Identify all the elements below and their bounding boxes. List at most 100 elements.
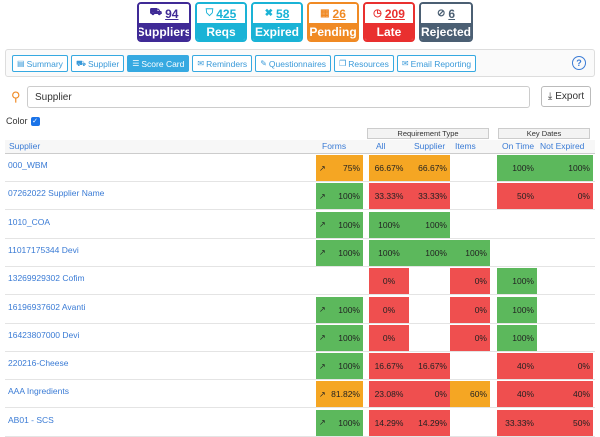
tab-email-reporting[interactable]: ✉ Email Reporting [396, 55, 477, 72]
col-items[interactable]: Items [455, 140, 476, 153]
supplier-link[interactable]: 11017175344 Devi [8, 245, 79, 255]
external-link-icon[interactable]: ↗ [319, 418, 326, 427]
all-cell: 0% [369, 296, 409, 323]
table-row: 16196937602 Avanti ↗ 100% 0% 0% 100% [5, 296, 595, 324]
stat-suppliers[interactable]: ⛟ 94 Suppliers [137, 2, 191, 42]
external-link-icon[interactable]: ↗ [319, 362, 326, 371]
forms-cell: ↗ 75% [316, 155, 363, 181]
tab-label: Email Reporting [410, 58, 472, 69]
tab-reminders[interactable]: ✉ Reminders [192, 55, 253, 72]
table-row: 11017175344 Devi ↗ 100% 100% 100% 100% [5, 239, 595, 267]
list-icon: ☰ [132, 59, 140, 68]
forms-cell: ↗ 100% [316, 409, 363, 436]
stat-expired[interactable]: ✖ 58 Expired [251, 2, 303, 42]
search-icon: ⚲ [11, 89, 21, 104]
tab-label: Resources [348, 58, 389, 69]
supplier-req-cell: 100% [409, 211, 450, 238]
supplier-link[interactable]: AB01 - SCS [8, 415, 54, 425]
forms-value: 100% [338, 304, 360, 315]
external-link-icon[interactable]: ↗ [319, 390, 326, 399]
forms-cell: ↗ 100% [316, 239, 363, 266]
requirement-type-header: Requirement Type [367, 128, 489, 139]
supplier-link[interactable]: 16423807000 Devi [8, 330, 79, 340]
supplier-link[interactable]: AAA Ingredients [8, 386, 69, 396]
col-forms[interactable]: Forms [322, 140, 346, 153]
book-icon: ❐ [339, 59, 347, 68]
stat-count[interactable]: 94 [165, 7, 178, 21]
forms-value: 100% [338, 219, 360, 230]
table-row: 000_WBM ↗ 75% 66.67% 66.67% 100% 100% [5, 154, 595, 182]
items-cell: 60% [450, 381, 490, 408]
stat-label: Rejected [420, 23, 472, 40]
col-supplier-req[interactable]: Supplier [414, 140, 445, 153]
all-cell: 100% [369, 239, 409, 266]
stat-late[interactable]: ◷ 209 Late [363, 2, 415, 42]
stat-count-row: ✖ 58 [253, 4, 301, 23]
external-link-icon[interactable]: ↗ [319, 192, 326, 201]
all-cell: 0% [369, 324, 409, 351]
stat-count[interactable]: 425 [216, 7, 236, 21]
external-link-icon[interactable]: ↗ [319, 305, 326, 314]
color-checkbox[interactable]: ✓ [30, 116, 40, 126]
items-cell: 0% [450, 324, 490, 351]
table-row: 16423807000 Devi ↗ 100% 0% 0% 100% [5, 324, 595, 352]
all-cell: 100% [369, 211, 409, 238]
stat-count[interactable]: 58 [276, 7, 289, 21]
not-expired-cell: 100% [537, 155, 593, 181]
all-cell: 14.29% [369, 409, 409, 436]
on-time-cell: 100% [497, 296, 537, 323]
col-supplier[interactable]: Supplier [9, 140, 40, 153]
help-icon[interactable]: ? [572, 56, 586, 70]
supplier-link[interactable]: 13269929302 Cofim [8, 273, 85, 283]
stat-count-row: ▦ 26 [309, 4, 357, 23]
stat-count-row: ⛉ 425 [197, 4, 245, 23]
stat-rejected[interactable]: ⊘ 6 Rejected [419, 2, 473, 42]
tabs: ▤ Summary ⛟ Supplier ☰ Score Card ✉ Reminders ✎ Q… [12, 55, 477, 72]
export-button[interactable]: ⤓ Export [541, 86, 591, 107]
tab-label: Summary [26, 58, 63, 69]
stat-pending[interactable]: ▦ 26 Pending [307, 2, 359, 42]
stat-count[interactable]: 6 [448, 7, 455, 21]
supplier-link[interactable]: 1010_COA [8, 217, 50, 227]
supplier-link[interactable]: 000_WBM [8, 160, 48, 170]
external-link-icon[interactable]: ↗ [319, 164, 326, 173]
stat-count-row: ⛟ 94 [139, 4, 189, 23]
supplier-link[interactable]: 16196937602 Avanti [8, 302, 85, 312]
tab-resources[interactable]: ❐ Resources [334, 55, 394, 72]
tab-supplier[interactable]: ⛟ Supplier [70, 55, 125, 72]
not-expired-cell: 50% [537, 409, 593, 436]
tab-questionnaires[interactable]: ✎ Questionnaires [255, 55, 332, 72]
search-input[interactable] [27, 86, 530, 108]
truck-icon: ⛟ [149, 7, 163, 18]
col-all[interactable]: All [376, 140, 385, 153]
on-time-cell: 33.33% [497, 409, 537, 436]
stat-count[interactable]: 26 [333, 7, 346, 21]
col-on-time[interactable]: On Time [502, 140, 534, 153]
items-cell: 0% [450, 296, 490, 323]
forms-cell: ↗ 100% [316, 296, 363, 323]
all-cell: 33.33% [369, 183, 409, 210]
tab-score-card[interactable]: ☰ Score Card [127, 55, 190, 72]
stat-label: Late [365, 23, 413, 40]
shield-icon: ⛉ [205, 8, 214, 19]
supplier-req-cell: 16.67% [409, 353, 450, 380]
supplier-link[interactable]: 220216-Cheese [8, 358, 69, 368]
stat-count[interactable]: 209 [385, 7, 405, 21]
external-link-icon[interactable]: ↗ [319, 220, 326, 229]
forms-cell: ↗ 81.82% [316, 381, 363, 408]
supplier-req-cell: 14.29% [409, 409, 450, 436]
supplier-link[interactable]: 07262022 Supplier Name [8, 188, 104, 198]
stat-reqs[interactable]: ⛉ 425 Reqs [195, 2, 247, 42]
clock-icon: ◷ [373, 8, 382, 19]
stat-label: Expired [253, 23, 301, 40]
download-icon: ⤓ [547, 91, 553, 102]
external-link-icon[interactable]: ↗ [319, 333, 326, 342]
on-time-cell: 40% [497, 353, 537, 380]
tab-summary[interactable]: ▤ Summary [12, 55, 68, 72]
col-not-expired[interactable]: Not Expired [540, 140, 584, 153]
supplier-req-cell: 33.33% [409, 183, 450, 210]
stat-label: Suppliers [137, 23, 191, 40]
edit-icon: ✎ [260, 59, 267, 68]
external-link-icon[interactable]: ↗ [319, 248, 326, 257]
forms-cell: ↗ 100% [316, 211, 363, 238]
